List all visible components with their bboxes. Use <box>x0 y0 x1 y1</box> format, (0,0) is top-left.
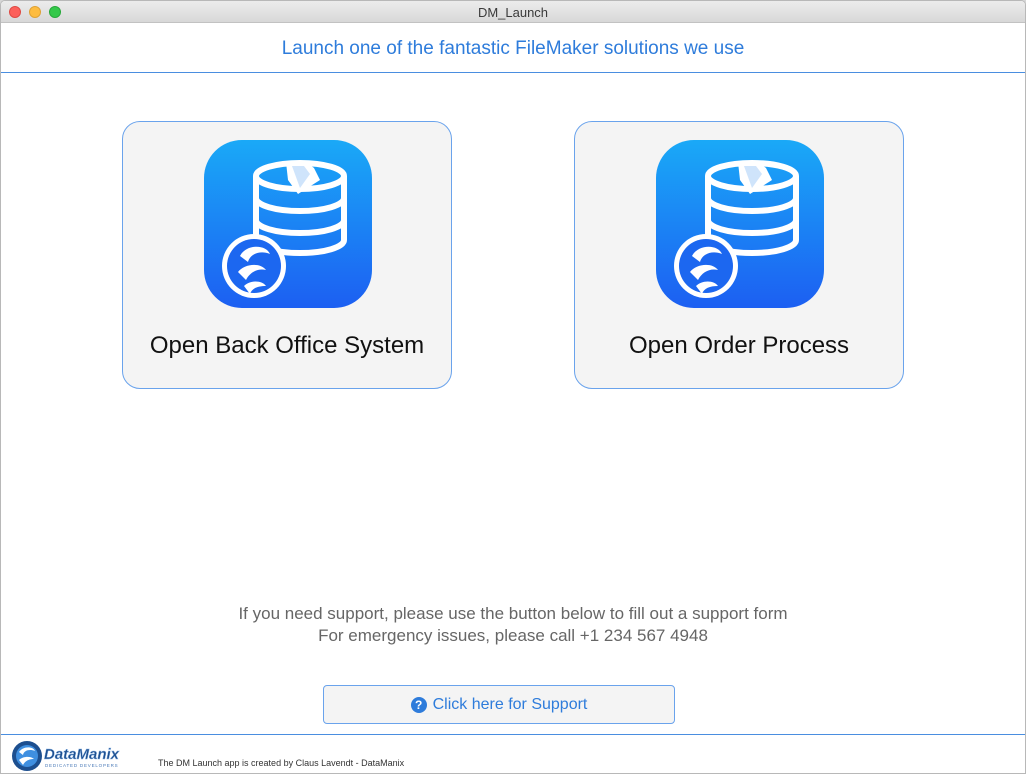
open-back-office-button[interactable]: Open Back Office System <box>122 121 452 389</box>
svg-text:DEDICATED DEVELOPERS: DEDICATED DEVELOPERS <box>45 763 118 768</box>
header-title: Launch one of the fantastic FileMaker so… <box>281 38 745 59</box>
filemaker-database-icon <box>656 140 824 308</box>
filemaker-database-icon <box>204 140 372 308</box>
credit-text: The DM Launch app is created by Claus La… <box>158 758 405 768</box>
support-instructions: If you need support, please use the butt… <box>238 604 788 623</box>
title-bar: DM_Launch <box>1 1 1025 23</box>
emergency-phone-text: For emergency issues, please call +1 234… <box>318 626 708 645</box>
window-title: DM_Launch <box>477 5 549 20</box>
svg-text:DataManix: DataManix <box>44 746 120 763</box>
support-button-label: Click here for Support <box>432 695 588 713</box>
open-order-process-button[interactable]: Open Order Process <box>574 121 904 389</box>
datamanix-logo: DataManix DEDICATED DEVELOPERS <box>12 741 120 771</box>
support-button[interactable]: ? Click here for Support <box>323 685 675 724</box>
open-back-office-label: Open Back Office System <box>149 332 425 359</box>
footer-divider <box>1 734 1025 735</box>
header-divider <box>1 72 1025 73</box>
open-order-process-label: Open Order Process <box>628 332 850 359</box>
help-icon: ? <box>410 696 427 713</box>
app-window: DM_Launch Launch one of the fantastic Fi… <box>0 0 1026 774</box>
